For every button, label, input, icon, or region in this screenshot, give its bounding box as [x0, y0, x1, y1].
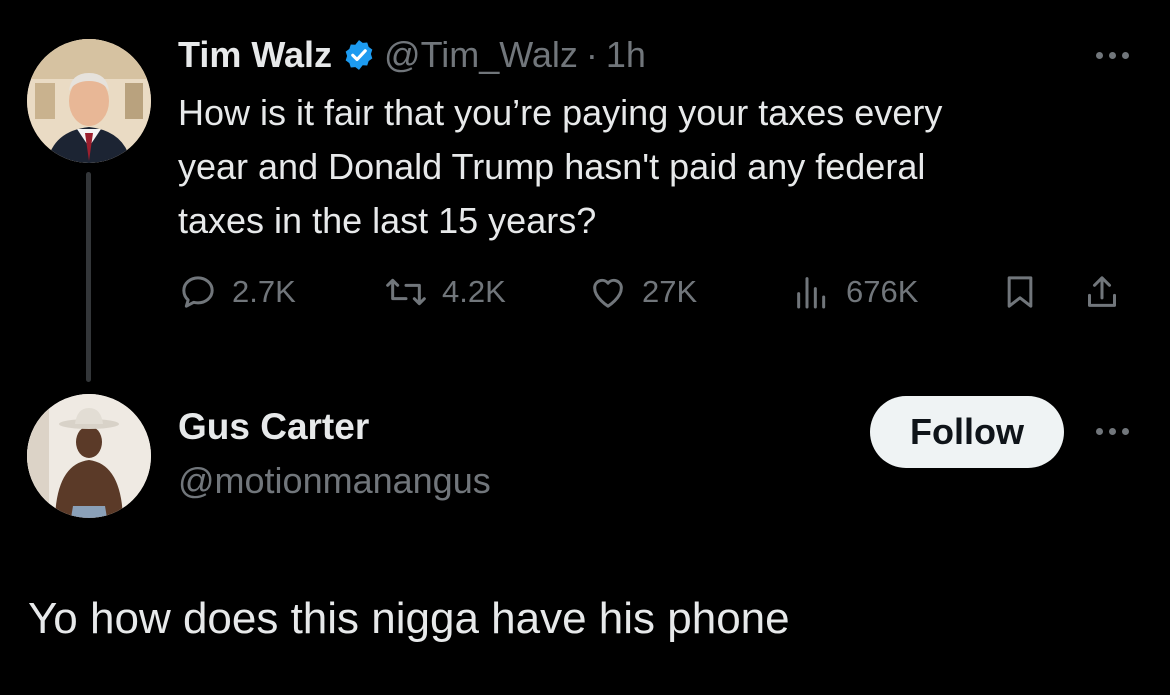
verified-badge-icon	[342, 38, 376, 72]
reply-count: 2.7K	[232, 274, 296, 309]
repost-count: 4.2K	[442, 274, 506, 309]
reply-author-handle[interactable]: @motionmanangus	[178, 460, 491, 502]
avatar-portrait-image	[27, 39, 151, 163]
avatar[interactable]	[27, 394, 151, 518]
like-count: 27K	[642, 274, 698, 309]
share-button[interactable]	[1082, 268, 1122, 316]
reply-author-name[interactable]: Gus Carter	[178, 406, 369, 448]
author-handle[interactable]: @Tim_Walz	[384, 34, 578, 76]
tweet-actions-bar: 2.7K 4.2K 27K 676K	[178, 268, 1138, 316]
separator-dot: ·	[585, 34, 598, 75]
repost-button[interactable]: 4.2K	[384, 268, 506, 316]
repost-icon	[386, 278, 426, 306]
bookmark-icon	[1007, 276, 1033, 308]
like-icon	[593, 278, 623, 308]
tweet-text: How is it fair that you’re paying your t…	[178, 92, 943, 241]
like-button[interactable]: 27K	[588, 268, 697, 316]
avatar[interactable]	[27, 39, 151, 163]
tweet-header: Tim Walz @Tim_Walz · 1h	[178, 30, 646, 80]
share-icon	[1088, 276, 1116, 307]
bookmark-button[interactable]	[1000, 268, 1040, 316]
tweet-timestamp[interactable]: 1h	[606, 34, 646, 76]
more-icon[interactable]	[1096, 428, 1129, 435]
author-name[interactable]: Tim Walz	[178, 34, 332, 76]
reply-button[interactable]: 2.7K	[178, 268, 296, 316]
views-icon	[797, 277, 826, 309]
reply-icon	[182, 276, 214, 308]
more-icon[interactable]	[1096, 52, 1129, 59]
views-button[interactable]: 676K	[792, 268, 918, 316]
reply-tweet-text: Yo how does this nigga have his phone	[28, 594, 790, 643]
thread-connector-line	[86, 172, 91, 382]
views-count: 676K	[846, 274, 919, 309]
avatar-portrait-image	[27, 394, 151, 518]
tweet-thread-page: Tim Walz @Tim_Walz · 1h How is it fair t…	[0, 0, 1170, 695]
follow-button[interactable]: Follow	[870, 396, 1064, 468]
